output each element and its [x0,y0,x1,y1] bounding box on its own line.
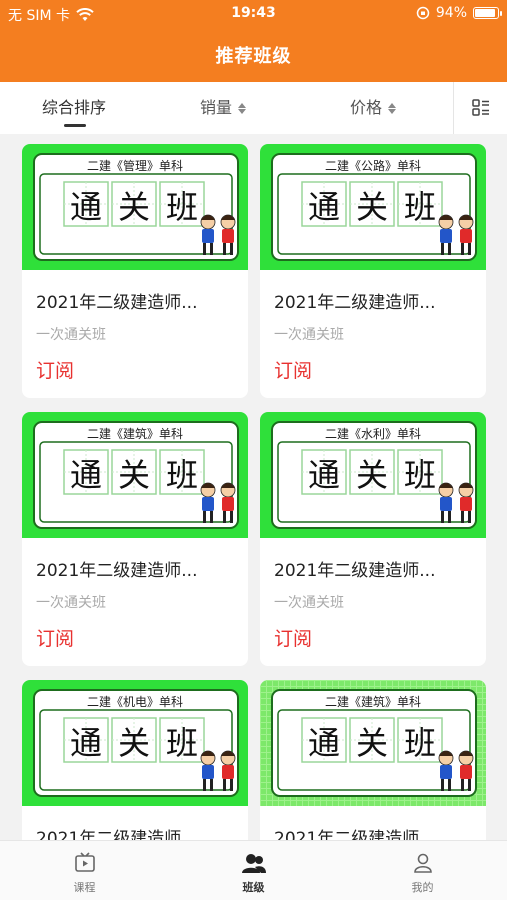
banner-character: 通 [70,456,102,494]
banner-subject: 二建《公路》单科 [325,158,421,173]
sort-price-label: 价格 [350,98,383,117]
tab-mine[interactable]: 我的 [338,841,507,900]
course-card[interactable]: 二建《机电》单科通关班 2021年二级建造师 [22,680,248,840]
course-title: 2021年二级建造师... [274,561,436,581]
user-icon [413,853,432,873]
battery-icon [473,7,502,19]
grid-list-icon [471,99,489,116]
banner-character: 班 [166,188,198,226]
sort-price[interactable]: 价格 [350,82,397,134]
course-subtitle: 一次通关班 [274,327,344,343]
subscribe-button[interactable]: 订阅 [36,624,74,651]
sort-arrows-icon [238,102,247,114]
course-title: 2021年二级建造师... [274,293,436,313]
layout-toggle-button[interactable] [453,82,507,134]
banner-subject: 二建《建筑》单科 [87,426,183,441]
banner-character: 通 [70,188,102,226]
battery-percent: 94% [435,5,467,21]
course-card[interactable]: 二建《建筑》单科通关班 2021年二级建造师... 一次通关班订阅 [22,412,248,666]
course-title: 2021年二级建造师 [274,829,420,840]
course-card[interactable]: 二建《管理》单科通关班 2021年二级建造师... 一次通关班订阅 [22,144,248,398]
subscribe-button[interactable]: 订阅 [274,624,312,651]
tab-classes[interactable]: 班级 [169,841,338,900]
sort-sales[interactable]: 销量 [200,82,247,134]
sort-bar: 综合排序 销量 价格 [0,82,507,134]
active-sort-indicator [64,124,86,127]
banner-character: 关 [118,456,150,494]
course-banner: 二建《建筑》单科通关班 [260,680,486,806]
course-banner: 二建《管理》单科通关班 [22,144,248,270]
course-grid: 二建《管理》单科通关班 2021年二级建造师... 一次通关班 订阅 二建《公路》单科… [0,134,507,840]
banner-character: 关 [356,456,388,494]
banner-character: 通 [70,724,102,762]
banner-character: 通 [308,188,340,226]
course-banner: 二建《水利》单科通关班 [260,412,486,538]
banner-character: 关 [356,724,388,762]
banner-character: 班 [404,724,436,762]
banner-subject: 二建《机电》单科 [87,695,183,709]
course-title: 2021年二级建造师 [36,829,182,840]
banner-character: 关 [356,188,388,226]
subscribe-button[interactable]: 订阅 [36,356,74,383]
banner-character: 班 [404,456,436,494]
battery-fill [475,9,495,17]
banner-character: 关 [118,188,150,226]
banner-character: 班 [166,724,198,762]
banner-character: 班 [166,456,198,494]
banner-character: 班 [404,188,436,226]
course-card[interactable]: 二建《公路》单科通关班 2021年二级建造师... 一次通关班订阅 [260,144,486,398]
orientation-lock-icon [416,6,430,20]
course-banner: 二建《建筑》单科通关班 [22,412,248,538]
course-banner: 二建《机电》单科通关班 [22,680,248,806]
status-bar: 无 SIM 卡 19:43 94% [0,0,507,28]
status-right: 94% [416,5,502,21]
course-subtitle: 一次通关班 [36,327,106,343]
course-title: 2021年二级建造师... [36,561,198,581]
tab-courses-label: 课程 [73,881,96,894]
class-people-icon [241,854,266,873]
course-subtitle: 一次通关班 [274,595,344,611]
course-title: 2021年二级建造师... [36,293,198,313]
tab-classes-label: 班级 [242,881,265,894]
app-header: 无 SIM 卡 19:43 94% 推荐班级 [0,0,507,82]
bottom-tab-bar: 课程 班级 我的 [0,840,507,900]
banner-character: 通 [308,456,340,494]
banner-subject: 二建《水利》单科 [325,427,421,441]
course-subtitle: 一次通关班 [36,595,106,611]
banner-character: 通 [308,724,340,762]
banner-subject: 二建《建筑》单科 [325,694,421,709]
video-course-icon [74,852,95,872]
banner-character: 关 [118,724,150,762]
page-title: 推荐班级 [215,46,292,67]
course-card[interactable]: 二建《建筑》单科通关班 2021年二级建造师 [260,680,486,840]
course-card[interactable]: 二建《水利》单科通关班 2021年二级建造师... 一次通关班订阅 [260,412,486,666]
course-banner: 二建《公路》单科通关班 [260,144,486,270]
tab-mine-label: 我的 [411,881,434,894]
banner-subject: 二建《管理》单科 [87,158,183,173]
sort-sales-label: 销量 [200,98,233,117]
tab-courses[interactable]: 课程 [0,841,169,900]
subscribe-button[interactable]: 订阅 [274,356,312,383]
sort-arrows-icon [388,102,397,114]
